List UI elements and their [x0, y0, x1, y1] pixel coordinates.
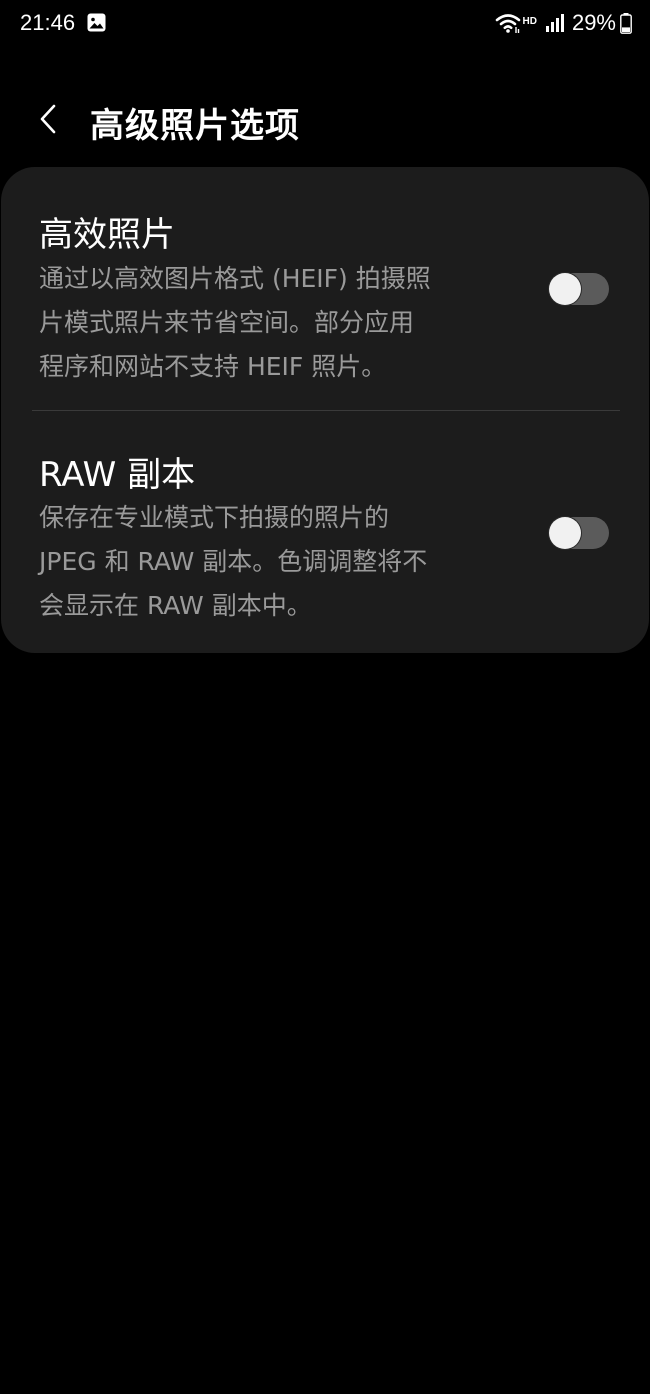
status-indicators: HD 29%: [495, 10, 633, 36]
setting-title: RAW 副本: [39, 455, 196, 495]
description-line: 通过以高效图片格式 (HEIF) 拍摄照: [39, 264, 431, 293]
battery-icon: [620, 12, 632, 34]
setting-description: 通过以高效图片格式 (HEIF) 拍摄照 片模式照片来节省空间。部分应用 程序和…: [39, 257, 509, 389]
setting-title: 高效照片: [39, 215, 175, 255]
status-time: 21:46: [20, 10, 76, 35]
heif-toggle[interactable]: [549, 273, 609, 305]
raw-copy-toggle[interactable]: [549, 517, 609, 549]
description-line: 保存在专业模式下拍摄的照片的: [39, 503, 390, 532]
description-line: 程序和网站不支持 HEIF 照片。: [39, 352, 387, 381]
chevron-left-icon: [40, 104, 56, 134]
page-title: 高级照片选项: [90, 106, 300, 146]
description-line: 片模式照片来节省空间。部分应用: [39, 308, 415, 337]
battery-percent: 29%: [571, 10, 616, 35]
back-button[interactable]: [26, 96, 72, 142]
toggle-knob: [549, 273, 581, 305]
setting-row-raw-copy[interactable]: RAW 副本 保存在专业模式下拍摄的照片的 JPEG 和 RAW 副本。色调调整…: [1, 410, 649, 653]
status-bar: 21:46 HD 29%: [0, 0, 650, 48]
app-header: 高级照片选项: [0, 84, 650, 154]
setting-row-heif[interactable]: 高效照片 通过以高效图片格式 (HEIF) 拍摄照 片模式照片来节省空间。部分应…: [1, 167, 649, 410]
description-line: JPEG 和 RAW 副本。色调调整将不: [39, 547, 428, 576]
image-icon: [87, 13, 106, 32]
signal-icon: [545, 14, 564, 32]
description-line: 会显示在 RAW 副本中。: [39, 591, 312, 620]
hd-badge: HD: [522, 15, 537, 27]
wifi-icon: [495, 14, 520, 33]
settings-card: 高效照片 通过以高效图片格式 (HEIF) 拍摄照 片模式照片来节省空间。部分应…: [1, 167, 649, 653]
setting-description: 保存在专业模式下拍摄的照片的 JPEG 和 RAW 副本。色调调整将不 会显示在…: [39, 496, 509, 628]
toggle-knob: [549, 517, 581, 549]
